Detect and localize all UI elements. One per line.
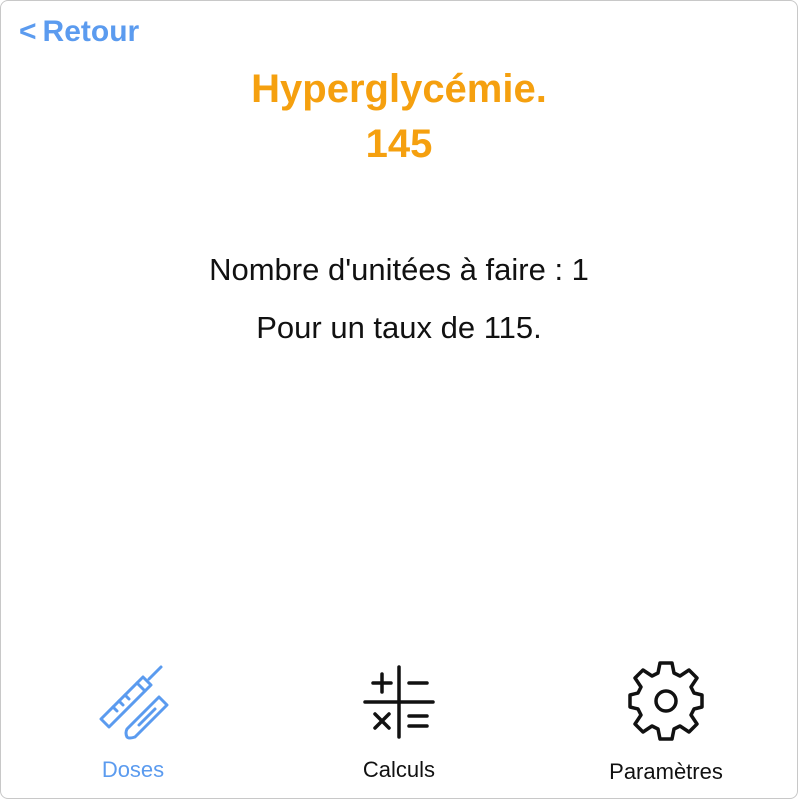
rate-text: Pour un taux de 115. <box>256 310 542 345</box>
back-button[interactable]: < Retour <box>19 13 139 51</box>
calculator-symbols-icon <box>363 665 435 739</box>
insulin-pen-icon <box>99 665 169 740</box>
glucose-value: 145 <box>365 122 433 166</box>
tab-bar: Doses Calculs Paramètres <box>1 651 797 798</box>
page-title: Hyperglycémie. <box>251 67 547 111</box>
back-chevron-icon: < <box>19 15 37 48</box>
tab-calculs[interactable]: Calculs <box>299 651 499 798</box>
result-info: Nombre d'unitées à faire : 1 Pour un tau… <box>1 241 797 357</box>
units-to-inject-text: Nombre d'unitées à faire : 1 <box>209 252 589 287</box>
gear-icon <box>628 661 704 741</box>
back-label: Retour <box>42 15 140 48</box>
tab-doses-label: Doses <box>101 757 165 782</box>
tab-doses[interactable]: Doses <box>33 651 233 798</box>
tab-parametres-label: Paramètres <box>609 759 723 784</box>
app-screen: < Retour Hyperglycémie. 145 Nombre d'uni… <box>0 0 798 799</box>
header: Hyperglycémie. 145 <box>1 61 797 171</box>
tab-parametres[interactable]: Paramètres <box>566 651 766 798</box>
tab-calculs-label: Calculs <box>362 757 436 782</box>
